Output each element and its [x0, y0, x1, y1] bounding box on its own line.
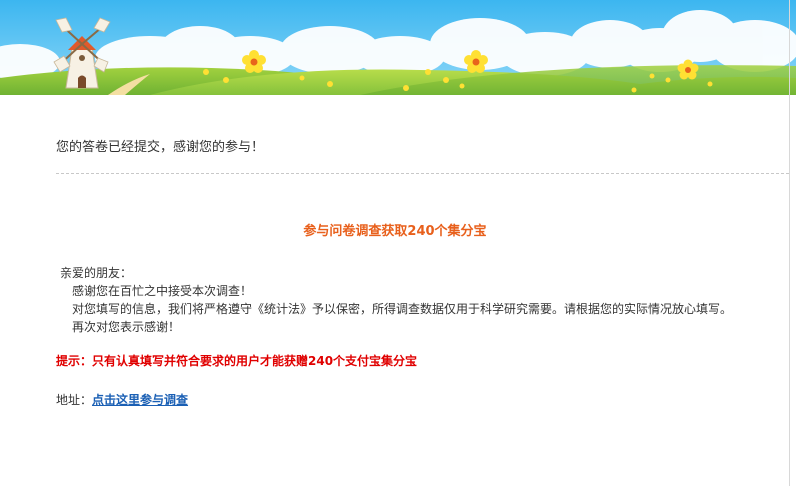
dashed-divider — [56, 173, 789, 174]
letter-line: 感谢您在百忙之中接受本次调查！ — [72, 284, 253, 298]
header-banner — [0, 0, 796, 95]
survey-headline: 参与问卷调查获取240个集分宝 — [303, 224, 487, 239]
landscape-illustration — [0, 0, 796, 95]
survey-address: 地址：点击这里参与调查 — [56, 391, 188, 408]
survey-link[interactable]: 点击这里参与调查 — [92, 393, 188, 407]
submission-thanks-message: 您的答卷已经提交，感谢您的参与！ — [56, 140, 265, 155]
address-label: 地址： — [56, 393, 93, 407]
letter-line: 再次对您表示感谢！ — [72, 320, 181, 334]
right-edge-line — [789, 0, 790, 486]
letter-line: 对您填写的信息，我们将严格遵守《统计法》予以保密，所得调查数据仅用于科学研究需要… — [72, 302, 733, 316]
eligibility-tip: 提示：只有认真填写并符合要求的用户才能获赠240个支付宝集分宝 — [56, 354, 418, 368]
letter-greeting: 亲爱的朋友： — [60, 266, 133, 280]
intro-letter: 亲爱的朋友： 感谢您在百忙之中接受本次调查！ 对您填写的信息，我们将严格遵守《统… — [56, 264, 732, 336]
